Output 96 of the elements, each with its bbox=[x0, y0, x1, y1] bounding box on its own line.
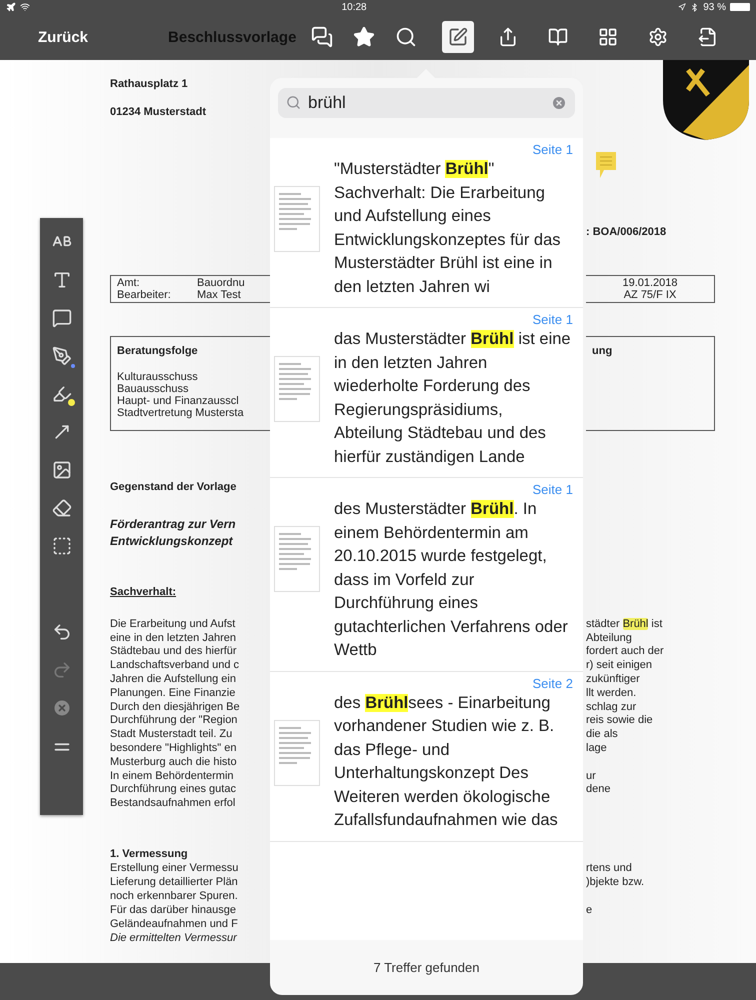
result-snippet: "Musterstädter Brühl" Sachverhalt: Die Erarbeitung und Aufstellung eines Entwicklungskonzeptes für das Musterstädter Brühl ist eine in den letzten Jahren wi bbox=[334, 159, 562, 298]
subject-line: Förderantrag zur Vern bbox=[110, 516, 237, 534]
text-line: rtens und bbox=[586, 860, 633, 875]
search-result[interactable]: Seite 1 "Musterstädter Brühl" Sachverhalt: Die Erarbeitung und Aufstellung eines Entwicklungskonzeptes für das Musterstädter Brühl ist eine in den letzten Jahren wi bbox=[270, 138, 583, 308]
text-line: Städtebau und des hierfür bbox=[110, 645, 238, 660]
text-line: besondere "Highlights" en bbox=[110, 742, 238, 756]
undo-icon[interactable] bbox=[52, 622, 72, 642]
note-icon bbox=[596, 152, 616, 178]
close-icon[interactable] bbox=[52, 698, 72, 718]
text-line: Durchführung eines gutac bbox=[110, 783, 237, 798]
text-line: Durchführung der "Region bbox=[110, 714, 238, 728]
text-line: Die Erarbeitung und Aufst bbox=[110, 618, 236, 632]
text-line: )bjekte bzw. bbox=[586, 874, 646, 889]
text-line: fordert auch der bbox=[586, 645, 665, 660]
text-line: eine in den letzten Jahren bbox=[110, 632, 237, 646]
text-line: In einem Behördentermin bbox=[110, 770, 235, 784]
section-heading: Gegenstand der Vorlage bbox=[110, 480, 238, 494]
text-line: Erstellung einer Vermessu bbox=[110, 860, 240, 875]
committee-name: Bauausschuss bbox=[117, 382, 190, 395]
text-line: Lieferung detaillierter Plän bbox=[110, 874, 239, 889]
pen-icon[interactable] bbox=[52, 346, 72, 366]
consultation-heading: ung bbox=[592, 344, 612, 357]
page-thumbnail bbox=[274, 720, 320, 786]
text-line: r) seit einigen bbox=[586, 659, 654, 673]
text-line: Abteilung bbox=[586, 632, 633, 646]
committee-name: Kulturausschuss bbox=[117, 370, 199, 383]
wifi-icon bbox=[20, 2, 30, 12]
result-snippet: des Musterstädter Brühl. In einem Behördentermin am 20.10.2015 wurde festgelegt, dass im Vorfeld zur Durchführung eines gutachterlichen Verfahrens oder Wettb bbox=[334, 499, 569, 661]
committee-name: Haupt- und Finanzausscl bbox=[117, 394, 240, 407]
text-line: Jahren die Aufstellung ein bbox=[110, 672, 237, 687]
text-line: Planungen. Eine Finanzie bbox=[110, 686, 236, 701]
battery-icon bbox=[730, 3, 750, 11]
subject-line: Entwicklungskonzept bbox=[110, 533, 234, 550]
text-line: noch erkennbarer Spuren. bbox=[110, 888, 239, 903]
text-line: llt werden. bbox=[586, 686, 638, 701]
info-label: Bearbeiter: bbox=[117, 288, 172, 301]
search-result[interactable]: Seite 2 des Brühlsees - Einarbeitung vorhandener Studien wie z. B. das Pflege- und Unterhaltungskonzept Des Weiteren werden ökologische Zufallsfundaufnahmen wie das bbox=[270, 672, 583, 842]
text-line: lage bbox=[586, 742, 608, 756]
text-line: Landschaftsverband und c bbox=[110, 659, 240, 673]
page-label: Seite 1 bbox=[532, 482, 573, 498]
text-line: dene bbox=[586, 783, 612, 798]
status-time: 10:28 bbox=[340, 2, 368, 12]
page-label: Seite 2 bbox=[532, 676, 573, 692]
text-line: Bestandsaufnahmen erfol bbox=[110, 797, 236, 811]
text-line: Durch den diesjährigen Be bbox=[110, 700, 241, 714]
page-thumbnail bbox=[274, 526, 320, 592]
text-line: reis sowie die bbox=[586, 714, 654, 728]
info-value: AZ 75/F IX bbox=[624, 288, 676, 301]
edit-button[interactable] bbox=[442, 21, 474, 53]
search-result[interactable]: Seite 1 das Musterstädter Brühl ist eine in den letzten Jahren wiederholte Forderung des Regierungspräsidiums, Abteilung Städtebau und des hierfür zuständigen Lande bbox=[270, 308, 583, 478]
info-value: Bauordnu bbox=[197, 276, 246, 289]
text-cursor-icon[interactable] bbox=[52, 270, 72, 290]
result-snippet: des Brühlsees - Einarbeitung vorhandener Studien wie z. B. das Pflege- und Unterhaltungskonzept Des Weiteren werden ökologische Zufallsfundaufnahmen wie das bbox=[334, 692, 559, 831]
eraser-icon[interactable] bbox=[52, 498, 72, 518]
text-line: städter Brühl ist bbox=[586, 618, 664, 632]
search-icon bbox=[286, 95, 301, 110]
text-line: zukünftiger bbox=[586, 672, 641, 687]
highlighter-icon[interactable] bbox=[52, 384, 72, 404]
section-heading: Sachverhalt: bbox=[110, 586, 178, 600]
airplane-icon bbox=[6, 2, 16, 12]
battery-percent: 93 % bbox=[703, 2, 726, 12]
page-thumbnail bbox=[274, 356, 320, 422]
committee-name: Stadtvertretung Mustersta bbox=[117, 406, 245, 419]
info-value: 19.01.2018 bbox=[622, 276, 678, 289]
text-line: Stadt Musterstadt teil. Zu bbox=[110, 728, 234, 742]
text-line: die als bbox=[586, 728, 619, 742]
search-result[interactable]: Seite 1 des Musterstädter Brühl. In einem Behördentermin am 20.10.2015 wurde festgelegt, dass im Vorfeld zur Durchführung eines gutachterlichen Verfahrens oder Wettb bbox=[270, 478, 583, 672]
text-line: ur bbox=[586, 770, 597, 784]
info-value: Max Test bbox=[197, 288, 242, 301]
image-icon[interactable] bbox=[52, 460, 72, 480]
location-icon bbox=[678, 3, 686, 11]
text-line: Die ermittelten Vermessur bbox=[110, 930, 238, 945]
text-line: schlag zur bbox=[586, 700, 638, 714]
page-label: Seite 1 bbox=[532, 142, 573, 158]
result-snippet: das Musterstädter Brühl ist eine in den letzten Jahren wiederholte Forderung des Regierungspräsidiums, Abteilung Städtebau und des hierfür zuständigen Lande bbox=[334, 329, 572, 468]
comment-icon[interactable] bbox=[52, 308, 72, 328]
result-count: 7 Treffer gefunden bbox=[372, 959, 480, 977]
shield-emblem-icon bbox=[663, 60, 749, 140]
address-line: 01234 Musterstadt bbox=[110, 106, 207, 120]
section-heading: 1. Vermessung bbox=[110, 846, 189, 861]
bluetooth-icon bbox=[690, 2, 700, 12]
text-line: Musterburg auch die histo bbox=[110, 756, 238, 770]
search-field[interactable]: brühl bbox=[278, 88, 575, 118]
edit-icon bbox=[448, 27, 468, 47]
document-title: Beschlussvorlage bbox=[168, 28, 296, 46]
page-thumbnail bbox=[274, 186, 320, 252]
page-label: Seite 1 bbox=[532, 312, 573, 328]
info-label: Amt: bbox=[117, 276, 141, 289]
text-line: Für das darüber hinausge bbox=[110, 902, 237, 917]
consultation-heading: Beratungsfolge bbox=[117, 344, 199, 357]
back-button[interactable]: Zurück bbox=[38, 28, 88, 46]
selection-icon[interactable] bbox=[52, 536, 72, 556]
reference-number: : BOA/006/2018 bbox=[586, 226, 668, 240]
address-line: Rathausplatz 1 bbox=[110, 78, 189, 92]
text-line: e bbox=[586, 902, 594, 917]
text-line: Geländeaufnahmen und F bbox=[110, 916, 239, 931]
